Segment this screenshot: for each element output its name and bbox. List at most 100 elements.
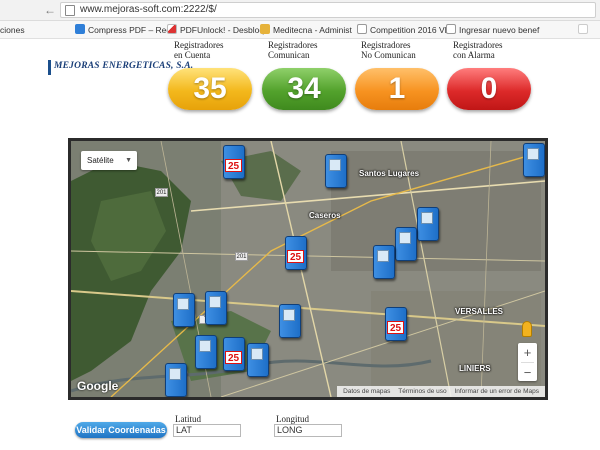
street-view-pegman-icon[interactable]: [522, 321, 532, 337]
latitude-field[interactable]: LAT: [173, 424, 241, 437]
registrador-marker[interactable]: [395, 227, 417, 261]
longitude-field[interactable]: LONG: [274, 424, 342, 437]
map-type-select[interactable]: Satélite ▼: [81, 151, 137, 170]
stat-label-line: Comunican: [268, 50, 310, 60]
compress-icon: [75, 24, 85, 34]
bookmark-item[interactable]: Ingresar nuevo benef: [446, 23, 539, 37]
place-label: VERSALLES: [455, 307, 504, 316]
stat-label-line: Registradores: [174, 40, 224, 50]
bookmark-item[interactable]: Competition 2016 VE: [357, 23, 450, 37]
satellite-map[interactable]: 201 201 7 Santos Lugares Caseros VERSALL…: [68, 138, 548, 400]
stat-label-line: con Alarma: [453, 50, 495, 60]
longitude-label: Longitud: [276, 414, 309, 424]
registrador-marker[interactable]: [417, 207, 439, 241]
logo-text: MEJORAS ENERGETICAS, S.A.: [54, 61, 194, 71]
stat-label: Registradores Comunican: [262, 40, 346, 62]
registrador-marker[interactable]: [247, 343, 269, 377]
marker-screen: [421, 212, 433, 224]
place-label: Santos Lugares: [359, 169, 420, 178]
marker-screen: [169, 368, 181, 380]
back-arrow-icon[interactable]: ←: [43, 3, 57, 17]
bookmark-item[interactable]: PDFUnlock! - Desbloq: [167, 23, 264, 37]
registrador-marker[interactable]: 25: [385, 307, 407, 341]
marker-tag: 25: [225, 351, 242, 364]
place-label: LINIERS: [459, 364, 491, 373]
logo-bar: [48, 60, 51, 75]
stat-label-line: Registradores: [361, 40, 411, 50]
registrador-marker[interactable]: [173, 293, 195, 327]
marker-screen: [199, 340, 211, 352]
marker-tag: 25: [225, 159, 242, 172]
marker-screen: [527, 148, 539, 160]
registrador-marker[interactable]: [373, 245, 395, 279]
registrador-marker[interactable]: [165, 363, 187, 397]
stat-label: Registradores en Cuenta: [168, 40, 252, 62]
stat-label-line: Registradores: [268, 40, 318, 50]
stat-label-line: en Cuenta: [174, 50, 211, 60]
bookmarks-bar: ciones Compress PDF – Redu PDFUnlock! - …: [0, 21, 600, 39]
stat-value-pill[interactable]: 34: [262, 68, 346, 110]
url-input[interactable]: www.mejoras-soft.com:2222/$/: [60, 2, 596, 18]
registrador-marker[interactable]: [325, 154, 347, 188]
stat-label: Registradores con Alarma: [447, 40, 531, 62]
stat-registradores-comunican: Registradores Comunican 34: [262, 40, 346, 110]
chevron-down-icon: ▼: [125, 157, 132, 164]
marker-tag: 25: [287, 250, 304, 263]
route-shield: 201: [235, 252, 248, 261]
stat-label-line: No Comunican: [361, 50, 416, 60]
registrador-marker[interactable]: [279, 304, 301, 338]
marker-screen: [377, 250, 389, 262]
registrador-marker[interactable]: 25: [285, 236, 307, 270]
marker-screen: [283, 309, 295, 321]
validate-coordinates-button[interactable]: Validar Coordenadas: [75, 422, 167, 438]
attribution-link[interactable]: Términos de uso: [398, 388, 446, 395]
document-icon: [357, 24, 367, 34]
map-attribution: Datos de mapas Términos de uso Informar …: [337, 386, 545, 397]
bookmark-item[interactable]: Meditecna - Administ: [260, 23, 352, 37]
company-logo: MEJORAS ENERGETICAS, S.A.: [48, 58, 193, 78]
registrador-marker[interactable]: [205, 291, 227, 325]
page-icon: [65, 5, 75, 16]
zoom-in-button[interactable]: +: [518, 343, 537, 362]
bookmark-item[interactable]: ciones: [0, 23, 25, 37]
document-icon: [446, 24, 456, 34]
registrador-marker[interactable]: [195, 335, 217, 369]
attribution-link[interactable]: Informar de un error de Maps: [454, 388, 539, 395]
google-logo[interactable]: Google: [77, 379, 118, 393]
meditecna-icon: [260, 24, 270, 34]
stat-value-pill[interactable]: 0: [447, 68, 531, 110]
registrador-marker[interactable]: [523, 143, 545, 177]
map-imagery: [71, 141, 545, 397]
marker-tag: 25: [387, 321, 404, 334]
bookmark-label: ciones: [0, 25, 25, 35]
bookmark-item[interactable]: [578, 23, 591, 37]
route-shield: 201: [155, 188, 168, 197]
bookmark-label: Competition 2016 VE: [370, 25, 451, 35]
bookmark-label: Ingresar nuevo benef: [459, 25, 540, 35]
stat-registradores-con-alarma: Registradores con Alarma 0: [447, 40, 531, 110]
place-label: Caseros: [309, 211, 341, 220]
stat-label-line: Registradores: [453, 40, 503, 50]
stat-label: Registradores No Comunican: [355, 40, 439, 62]
bookmark-item[interactable]: Compress PDF – Redu: [75, 23, 176, 37]
registrador-marker[interactable]: 25: [223, 337, 245, 371]
zoom-control: + −: [518, 343, 537, 381]
attribution-link[interactable]: Datos de mapas: [343, 388, 390, 395]
stat-registradores-en-cuenta: Registradores en Cuenta 35: [168, 40, 252, 110]
stat-value-pill[interactable]: 35: [168, 68, 252, 110]
bookmark-label: PDFUnlock! - Desbloq: [180, 25, 265, 35]
registrador-marker[interactable]: 25: [223, 145, 245, 179]
map-type-label: Satélite: [87, 156, 114, 165]
browser-address-bar: ← www.mejoras-soft.com:2222/$/: [0, 0, 600, 21]
marker-screen: [251, 348, 263, 360]
marker-screen: [399, 232, 411, 244]
pdf-icon: [167, 24, 177, 34]
stat-value-pill[interactable]: 1: [355, 68, 439, 110]
marker-screen: [329, 159, 341, 171]
bookmark-label: Compress PDF – Redu: [88, 25, 176, 35]
marker-screen: [177, 298, 189, 310]
url-text: www.mejoras-soft.com:2222/$/: [80, 4, 217, 15]
google-icon: [578, 24, 588, 34]
zoom-out-button[interactable]: −: [518, 363, 537, 382]
marker-screen: [209, 296, 221, 308]
